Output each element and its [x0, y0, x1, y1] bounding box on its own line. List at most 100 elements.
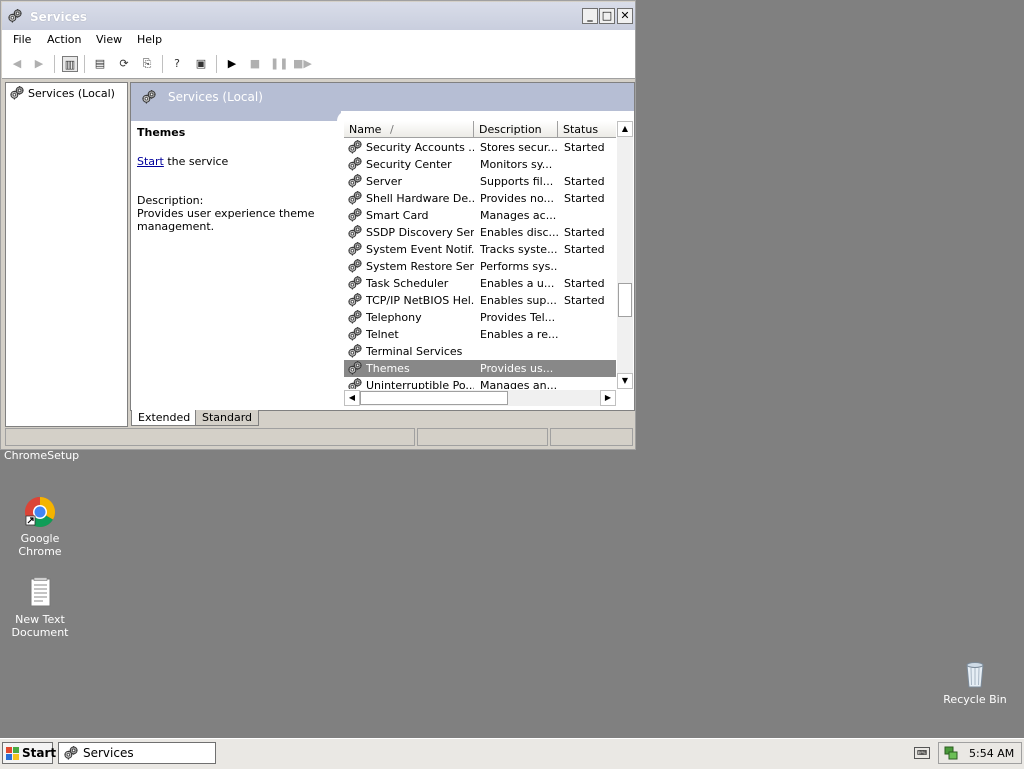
- toolbar: ◀ ▶ ▥ ▤ ⟳ ⎘ ? ▣ ▶ ■ ❚❚ ■▶: [2, 50, 635, 79]
- table-row[interactable]: Terminal Services: [344, 343, 616, 360]
- scroll-right-icon[interactable]: ▶: [600, 390, 616, 406]
- table-row[interactable]: Server Supports fil... Started: [344, 173, 616, 190]
- menu-help[interactable]: Help: [137, 33, 162, 46]
- windows-logo-icon: [6, 747, 19, 760]
- horizontal-scrollbar[interactable]: ◀ ▶: [344, 390, 616, 406]
- table-row[interactable]: Telephony Provides Tel...: [344, 309, 616, 326]
- table-row[interactable]: Uninterruptible Po... Manages an...: [344, 377, 616, 389]
- cell-name: Security Center: [366, 158, 452, 171]
- desktop-icon-google-chrome[interactable]: Google Chrome: [0, 496, 80, 558]
- taskbar: Start Services ⌨ 5:54 AM: [0, 738, 1024, 769]
- service-gear-icon: [348, 208, 362, 222]
- recycle-bin-icon: [959, 657, 991, 689]
- menu-view[interactable]: View: [96, 33, 122, 46]
- vertical-scrollbar[interactable]: ▲ ▼: [617, 121, 633, 389]
- column-description[interactable]: Description: [474, 121, 558, 138]
- table-row[interactable]: Themes Provides us...: [344, 360, 616, 377]
- table-row[interactable]: Shell Hardware De... Provides no... Starte…: [344, 190, 616, 207]
- forward-arrow-icon[interactable]: ▶: [31, 56, 47, 72]
- vertical-scroll-thumb[interactable]: [618, 283, 632, 317]
- cell-description: Stores secur...: [480, 141, 558, 154]
- service-gear-icon: [348, 140, 362, 154]
- system-tray: 5:54 AM: [938, 742, 1022, 764]
- cell-description: Manages an...: [480, 379, 558, 389]
- cell-description: Manages ac...: [480, 209, 557, 222]
- taskbar-item-services[interactable]: Services: [58, 742, 216, 764]
- menu-action[interactable]: Action: [47, 33, 81, 46]
- cell-status: Started: [564, 243, 605, 256]
- pause-service-icon[interactable]: ❚❚: [270, 56, 288, 72]
- properties-icon[interactable]: ▤: [92, 56, 108, 72]
- toolbar-separator: [84, 55, 85, 73]
- tab-extended[interactable]: Extended: [131, 410, 198, 426]
- banner-title: Services (Local): [168, 90, 263, 104]
- desktop-icon-chromesetup-label[interactable]: ChromeSetup: [4, 449, 79, 462]
- start-button-label: Start: [22, 746, 57, 760]
- start-button[interactable]: Start: [2, 742, 57, 764]
- scroll-up-icon[interactable]: ▲: [617, 121, 633, 137]
- description-label: Description:: [137, 194, 204, 207]
- restart-service-icon[interactable]: ■▶: [293, 56, 312, 72]
- table-row[interactable]: System Restore Ser... Performs sys...: [344, 258, 616, 275]
- desktop-icon-recycle-bin[interactable]: Recycle Bin: [935, 657, 1015, 706]
- desktop-icon-new-text-document[interactable]: New Text Document: [0, 577, 80, 639]
- cell-status: Started: [564, 192, 605, 205]
- services-icon: [10, 86, 24, 100]
- column-description-label: Description: [479, 123, 542, 136]
- cell-name: Security Accounts ...: [366, 141, 474, 154]
- cell-description: Provides Tel...: [480, 311, 556, 324]
- cell-name: Terminal Services: [366, 345, 463, 358]
- stop-service-icon[interactable]: ■: [247, 56, 263, 72]
- cell-description: Tracks syste...: [480, 243, 558, 256]
- table-row[interactable]: Telnet Enables a re...: [344, 326, 616, 343]
- table-row[interactable]: SSDP Discovery Ser... Enables disc... Star…: [344, 224, 616, 241]
- start-service-icon[interactable]: ▶: [224, 56, 240, 72]
- scroll-down-icon[interactable]: ▼: [617, 373, 633, 389]
- scroll-left-icon[interactable]: ◀: [344, 390, 360, 406]
- cell-status: Started: [564, 226, 605, 239]
- show-hide-tree-icon[interactable]: ▥: [62, 56, 78, 72]
- start-service-link[interactable]: Start: [137, 155, 164, 168]
- back-arrow-icon[interactable]: ◀: [9, 56, 25, 72]
- export-list-icon[interactable]: ⎘: [139, 56, 155, 72]
- column-status[interactable]: Status: [558, 121, 616, 138]
- cell-name: System Event Notif...: [366, 243, 474, 256]
- table-row[interactable]: System Event Notif... Tracks syste... Star…: [344, 241, 616, 258]
- clock[interactable]: 5:54 AM: [969, 747, 1014, 760]
- table-row[interactable]: Task Scheduler Enables a u... Started: [344, 275, 616, 292]
- toolbar-separator: [216, 55, 217, 73]
- banner-strip: [131, 111, 341, 121]
- tab-standard[interactable]: Standard: [195, 410, 260, 426]
- cell-description: Provides no...: [480, 192, 554, 205]
- show-action-pane-icon[interactable]: ▣: [193, 56, 209, 72]
- table-row[interactable]: Security Center Monitors sy...: [344, 156, 616, 173]
- cell-description: Enables a u...: [480, 277, 555, 290]
- services-icon: [142, 90, 156, 104]
- service-gear-icon: [348, 276, 362, 290]
- menu-file[interactable]: File: [13, 33, 31, 46]
- services-window: Services _ □ ✕ File Action View Help ◀ ▶…: [0, 0, 636, 450]
- cell-description: Provides us...: [480, 362, 554, 375]
- title-bar[interactable]: Services _ □ ✕: [2, 2, 635, 30]
- horizontal-scroll-thumb[interactable]: [360, 391, 508, 405]
- tree-node-services-local[interactable]: Services (Local): [10, 86, 115, 100]
- cell-status: Started: [564, 175, 605, 188]
- refresh-icon[interactable]: ⟳: [116, 56, 132, 72]
- column-name[interactable]: Name /: [344, 121, 474, 138]
- minimize-button[interactable]: _: [582, 8, 598, 24]
- sort-indicator: /: [390, 123, 394, 136]
- cell-name: SSDP Discovery Ser...: [366, 226, 474, 239]
- cell-status: Started: [564, 277, 605, 290]
- network-icon[interactable]: [944, 746, 958, 760]
- service-gear-icon: [348, 225, 362, 239]
- table-row[interactable]: TCP/IP NetBIOS Hel... Enables sup... Start…: [344, 292, 616, 309]
- keyboard-icon[interactable]: ⌨: [914, 747, 930, 759]
- help-icon[interactable]: ?: [169, 56, 185, 72]
- close-button[interactable]: ✕: [617, 8, 633, 24]
- maximize-button[interactable]: □: [599, 8, 615, 24]
- table-row[interactable]: Smart Card Manages ac...: [344, 207, 616, 224]
- status-panel: [550, 428, 633, 446]
- selected-service-name: Themes: [137, 126, 186, 139]
- cell-name: Task Scheduler: [366, 277, 449, 290]
- table-row[interactable]: Security Accounts ... Stores secur... Star…: [344, 139, 616, 156]
